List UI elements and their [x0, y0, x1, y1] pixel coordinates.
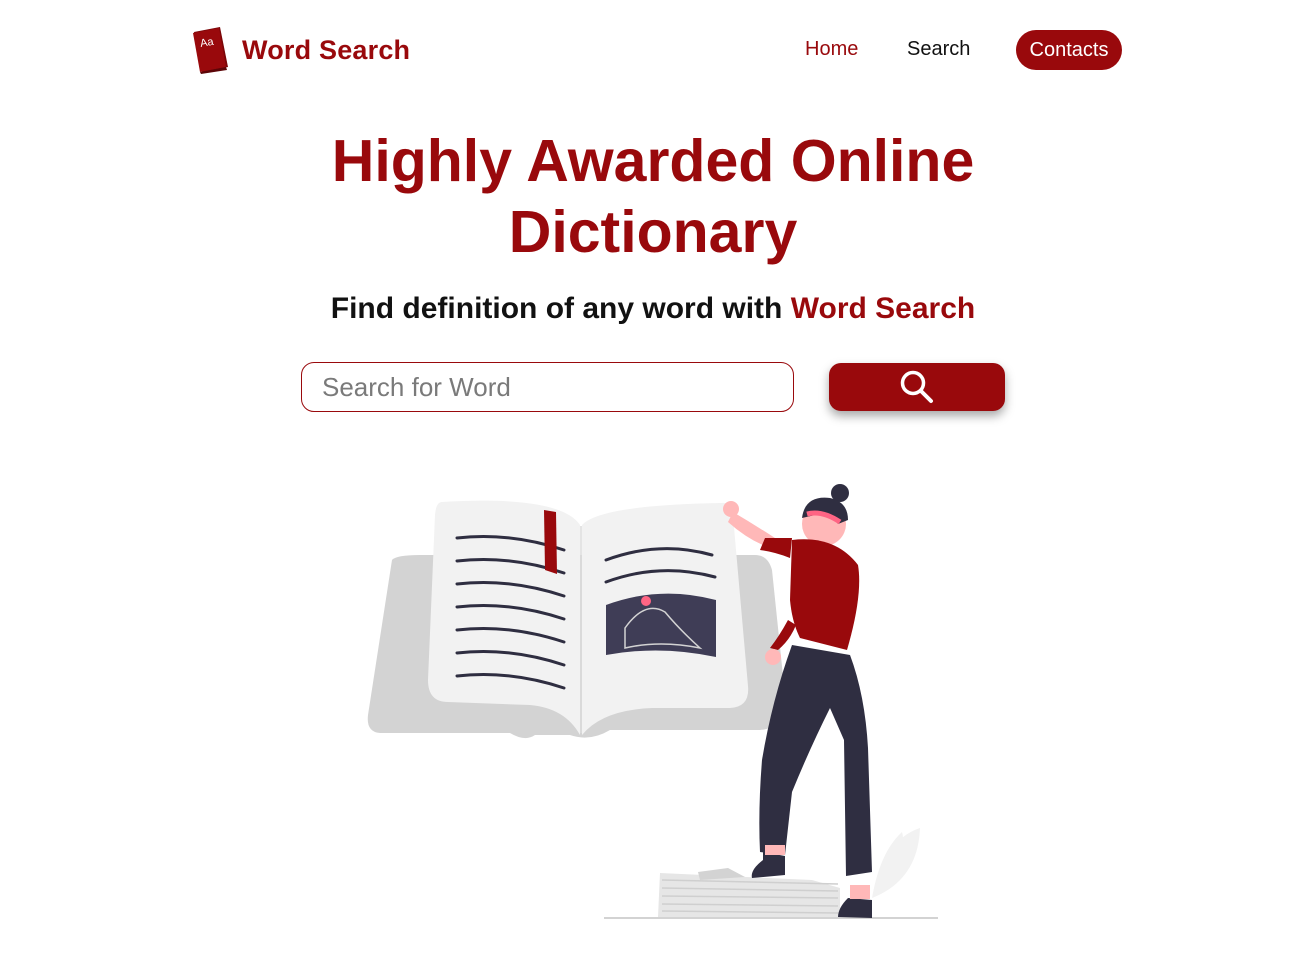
nav-search-link[interactable]: Search [907, 38, 970, 61]
nav-home-link[interactable]: Home [805, 38, 858, 61]
main-nav: Home Search Contacts [0, 30, 1306, 70]
subtitle-text: Find definition of any word with [330, 292, 783, 325]
hero-title-line-1: Highly Awarded Online [331, 128, 975, 194]
hero-subtitle: Find definition of any word with Word Se… [0, 292, 1306, 326]
search-icon [900, 370, 933, 403]
hero-title: Highly Awarded Online Dictionary [0, 126, 1306, 268]
hero-title-line-2: Dictionary [508, 199, 798, 265]
search-button[interactable] [829, 363, 1005, 411]
woman-reading-book-illustration [367, 484, 938, 919]
nav-contacts-button[interactable]: Contacts [1016, 30, 1122, 70]
subtitle-brand-accent: Word Search [790, 292, 976, 325]
search-input[interactable] [301, 362, 794, 412]
